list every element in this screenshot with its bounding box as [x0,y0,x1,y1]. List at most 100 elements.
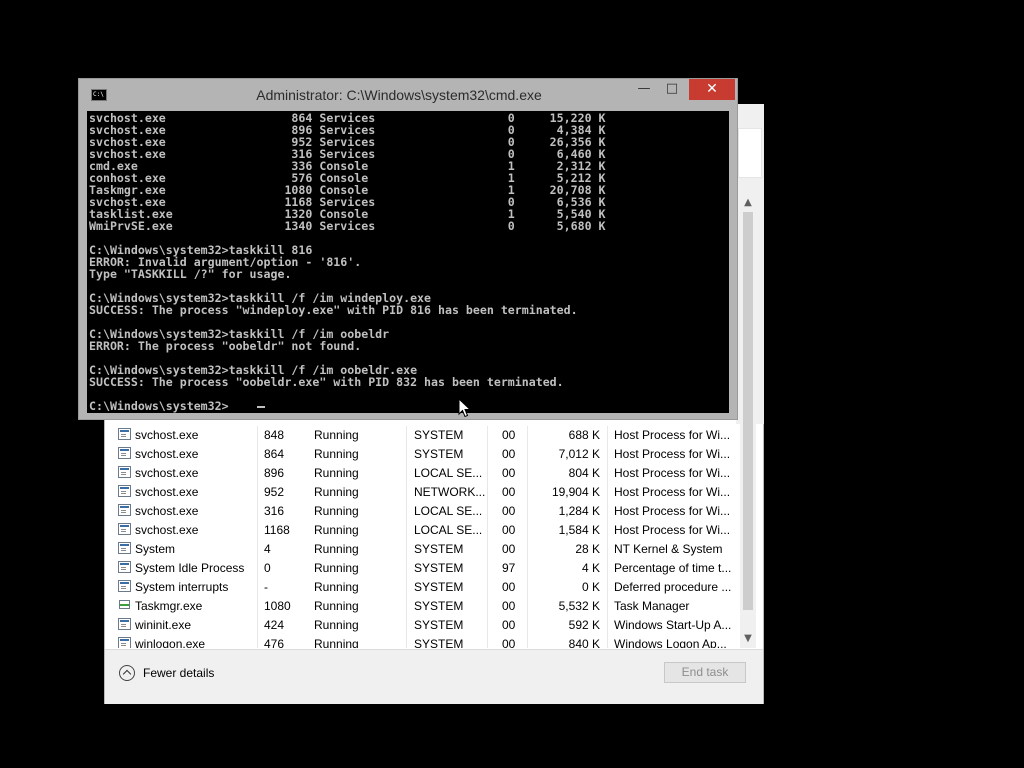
column-divider [607,426,608,648]
cmd-title-bar[interactable]: C:\ Administrator: C:\Windows\system32\c… [79,79,737,111]
process-description: NT Kernel & System [614,542,723,556]
console-line: ERROR: The process "oobeldr" not found. [89,339,362,353]
process-row[interactable]: svchost.exe 896 Running LOCAL SE... 00 804 KH… [112,464,740,483]
process-memory: 592 K [568,618,600,632]
window-icon [118,523,131,535]
window-icon [118,485,131,497]
process-row[interactable]: System Idle Process 0 Running SYSTEM 97 4 K Pe… [112,559,740,578]
process-description: Host Process for Wi... [614,523,731,537]
console-text: svchost.exe 864 Services 0 15,220 K svch… [89,112,606,412]
process-description: Windows Start-Up A... [614,618,732,632]
process-name: svchost.exe [135,504,199,518]
minimize-button[interactable]: — [631,79,657,100]
process-description: Percentage of time t... [614,561,732,575]
process-name: System [135,542,176,556]
window-icon [118,542,131,554]
process-row[interactable]: wininit.exe 424 Running SYSTEM 00 592 K Window… [112,616,740,635]
process-user: LOCAL SE... [414,504,483,518]
process-description: Host Process for Wi... [614,485,731,499]
process-list-scrollbar[interactable]: ▲ ▼ [740,196,756,648]
task-manager-icon [118,599,131,611]
process-row[interactable]: Taskmgr.exe 1080 Running SYSTEM 00 5,532 K Tas… [112,597,740,616]
column-divider [257,426,258,648]
cmd-console-output[interactable]: svchost.exe 864 Services 0 15,220 K svch… [87,111,729,413]
window-icon [118,504,131,516]
process-name: winlogon.exe [135,637,206,648]
process-row[interactable]: svchost.exe 952 Running NETWORK... 00 19,904 … [112,483,740,502]
window-icon [118,447,131,459]
process-status: Running [314,637,359,648]
process-status: Running [314,523,359,537]
process-pid: 476 [264,637,285,648]
process-name: svchost.exe [135,485,199,499]
column-divider [487,426,488,648]
process-description: Task Manager [614,599,690,613]
process-memory: 5,532 K [558,599,600,613]
process-user: SYSTEM [414,542,464,556]
window-icon [118,637,131,648]
process-pid: 1168 [264,523,290,537]
text-cursor [257,406,265,408]
process-description: Host Process for Wi... [614,504,731,518]
process-row[interactable]: svchost.exe 316 Running LOCAL SE... 00 1,284 … [112,502,740,521]
process-row[interactable]: svchost.exe 1168 Running LOCAL SE... 00 1,584… [112,521,740,540]
process-pid: 424 [264,618,285,632]
window-icon [118,428,131,440]
process-user: SYSTEM [414,599,464,613]
process-status: Running [314,561,359,575]
process-memory: 804 K [568,466,600,480]
process-user: SYSTEM [414,447,464,461]
console-line: C:\Windows\system32> [89,399,229,413]
process-name: svchost.exe [135,466,199,480]
cmd-window: C:\ Administrator: C:\Windows\system32\c… [78,78,738,420]
cmd-window-title: Administrator: C:\Windows\system32\cmd.e… [256,87,542,103]
window-icon [118,466,131,478]
process-user: SYSTEM [414,580,464,594]
process-row[interactable]: winlogon.exe 476 Running SYSTEM 00 840 K Windo… [112,635,740,648]
process-pid: 1080 [264,599,291,613]
process-row[interactable]: svchost.exe 848 Running SYSTEM 00 688 K Host P… [112,426,740,445]
process-memory: 1,284 K [558,504,600,518]
console-line: SUCCESS: The process "windeploy.exe" wit… [89,303,578,317]
process-description: Deferred procedure ... [614,580,732,594]
process-name: System interrupts [135,580,229,594]
process-user: LOCAL SE... [414,523,483,537]
process-name: svchost.exe [135,428,199,442]
process-user: SYSTEM [414,428,464,442]
process-description: Host Process for Wi... [614,447,731,461]
scroll-down-arrow-icon[interactable]: ▼ [740,632,756,646]
maximize-button[interactable]: □ [659,79,685,100]
process-user: SYSTEM [414,637,464,648]
mouse-pointer-icon [458,398,472,418]
process-status: Running [314,466,359,480]
process-memory: 28 K [575,542,600,556]
process-status: Running [314,428,359,442]
console-line: SUCCESS: The process "oobeldr.exe" with … [89,375,564,389]
close-button[interactable]: ✕ [689,79,735,100]
process-pid: 896 [264,466,285,480]
chevron-up-circle-icon [119,665,135,681]
process-row[interactable]: svchost.exe 864 Running SYSTEM 00 7,012 K Host… [112,445,740,464]
fewer-details-label: Fewer details [143,666,215,680]
process-pid: - [264,580,268,594]
process-user: SYSTEM [414,561,464,575]
process-user: NETWORK... [414,485,486,499]
process-user: LOCAL SE... [414,466,483,480]
process-memory: 7,012 K [558,447,600,461]
process-row[interactable]: System interrupts - Running SYSTEM 00 0 K Defe… [112,578,740,597]
process-status: Running [314,580,359,594]
process-name: Taskmgr.exe [135,599,203,613]
process-memory: 0 K [581,580,600,594]
process-row[interactable]: System 4 Running SYSTEM 00 28 K NT Kernel & Sy… [112,540,740,559]
scroll-up-arrow-icon[interactable]: ▲ [740,196,756,210]
process-name: svchost.exe [135,447,199,461]
window-icon [118,561,131,573]
column-divider [406,426,407,648]
scrollbar-thumb[interactable] [743,212,753,610]
end-task-button[interactable]: End task [664,662,746,683]
task-manager-footer: Fewer details End task [105,649,763,704]
process-user: SYSTEM [414,618,464,632]
process-status: Running [314,485,359,499]
fewer-details-button[interactable]: Fewer details [119,662,214,684]
process-table: svchost.exe 848 Running SYSTEM 00 688 K Host P… [112,426,740,648]
